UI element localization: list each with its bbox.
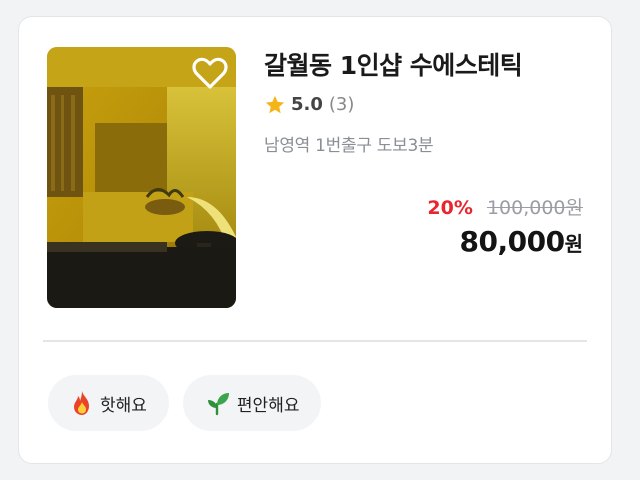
final-price: 80,000: [459, 225, 566, 258]
tag-list: 핫해요 편안해요: [48, 375, 322, 431]
tag-hot[interactable]: 핫해요: [48, 375, 169, 431]
final-price-row: 80,000원: [427, 225, 583, 258]
price-block: 20% 100,000원 80,000원: [427, 195, 583, 258]
listing-photo[interactable]: [47, 47, 236, 308]
location-text: 남영역 1번출구 도보3분: [264, 136, 434, 156]
tag-comfortable[interactable]: 편안해요: [182, 375, 322, 431]
discount-row: 20% 100,000원: [427, 195, 583, 221]
review-count[interactable]: (3): [329, 93, 355, 117]
favorite-button[interactable]: [192, 57, 228, 91]
tag-label: 핫해요: [100, 395, 147, 416]
rating-row: 5.0 (3): [264, 93, 594, 117]
listing-card[interactable]: 갈월동 1인샵 수에스테틱 5.0 (3) 남영역 1번출구 도보3분 20% …: [18, 16, 612, 464]
sprout-icon: [207, 393, 229, 416]
listing-title[interactable]: 갈월동 1인샵 수에스테틱: [264, 49, 594, 83]
original-price: 100,000원: [486, 197, 583, 219]
discount-rate: 20%: [427, 197, 473, 219]
tag-label: 편안해요: [236, 395, 300, 416]
fire-icon: [74, 391, 89, 415]
star-icon: [265, 95, 285, 114]
listing-info: 갈월동 1인샵 수에스테틱 5.0 (3) 남영역 1번출구 도보3분: [264, 49, 594, 156]
price-unit: 원: [564, 232, 583, 256]
rating-value: 5.0: [291, 94, 323, 115]
heart-outline-icon: [192, 57, 228, 89]
divider: [43, 340, 587, 342]
